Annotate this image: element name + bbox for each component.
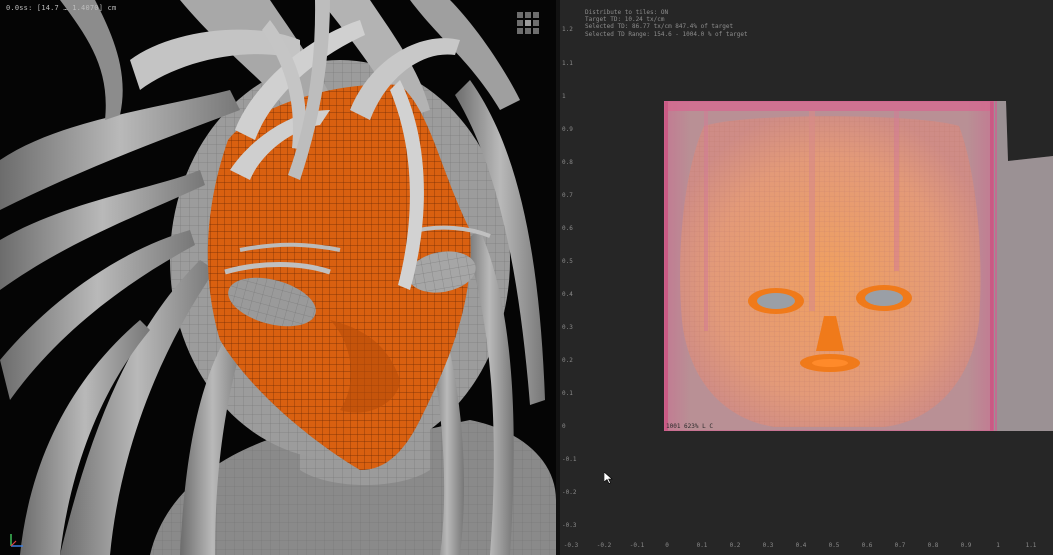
axis-gizmo-icon xyxy=(10,534,23,547)
y-tick-label: 0.5 xyxy=(562,258,573,265)
texel-density-info: Distribute to tiles: ON Target TD: 10.24… xyxy=(585,9,748,38)
y-tick-label: -0.2 xyxy=(562,489,577,496)
x-tick-label: 1 xyxy=(996,542,1000,549)
x-tick-label: 0.1 xyxy=(696,542,708,549)
x-tick-label: 0.5 xyxy=(828,542,840,549)
y-tick-label: -0.3 xyxy=(562,522,577,529)
x-tick-label: 0.6 xyxy=(861,542,873,549)
y-tick-label: 0.8 xyxy=(562,159,573,166)
x-tick-label: 0.4 xyxy=(795,542,807,549)
character-render xyxy=(0,0,556,555)
viewport-hud-readout: 0.0ss: [14.7 … 1.4070] cm xyxy=(6,4,117,12)
view-cube-icon[interactable] xyxy=(517,12,539,34)
y-tick-label: 1 xyxy=(562,93,566,100)
x-tick-label: 0.8 xyxy=(927,542,939,549)
x-tick-label: 0.3 xyxy=(762,542,774,549)
info-line: Distribute to tiles: ON xyxy=(585,9,669,16)
x-tick-label: 1.1 xyxy=(1025,542,1037,549)
x-tick-label: 0.7 xyxy=(894,542,906,549)
info-line: Target TD: 10.24 tx/cm xyxy=(585,16,665,24)
uv-island-side[interactable] xyxy=(994,101,1053,431)
tile-label: 1001 623% L C xyxy=(666,423,713,430)
y-tick-label: 0 xyxy=(562,423,566,430)
x-tick-label: 0.9 xyxy=(960,542,972,549)
y-tick-label: 0.2 xyxy=(562,357,573,364)
3d-viewport[interactable]: 0.0ss: [14.7 … 1.4070] cm xyxy=(0,0,556,555)
y-tick-label: 1.2 xyxy=(562,26,573,33)
y-tick-label: -0.1 xyxy=(562,456,577,463)
x-tick-label: 0.2 xyxy=(729,542,741,549)
x-tick-label: -0.3 xyxy=(563,542,579,549)
info-line: Selected TD: 86.77 tx/cm 847.4% of targe… xyxy=(585,23,734,31)
y-tick-label: 1.1 xyxy=(562,60,573,67)
mouse-cursor-icon xyxy=(604,472,613,484)
y-tick-label: 0.9 xyxy=(562,126,573,133)
uv-tile-1001[interactable] xyxy=(664,101,994,431)
x-tick-label: -0.2 xyxy=(596,542,612,549)
y-tick-label: 0.6 xyxy=(562,225,573,232)
y-tick-label: 0.1 xyxy=(562,390,573,397)
x-tick-label: -0.1 xyxy=(629,542,645,549)
y-tick-label: 0.3 xyxy=(562,324,573,331)
uv-editor-panel[interactable]: Distribute to tiles: ON Target TD: 10.24… xyxy=(560,0,1053,555)
x-tick-label: 0 xyxy=(665,542,669,549)
y-tick-label: 0.7 xyxy=(562,192,573,199)
info-line: Selected TD Range: 154.6 - 1004.0 % of t… xyxy=(585,30,748,38)
y-tick-label: 0.4 xyxy=(562,291,573,298)
